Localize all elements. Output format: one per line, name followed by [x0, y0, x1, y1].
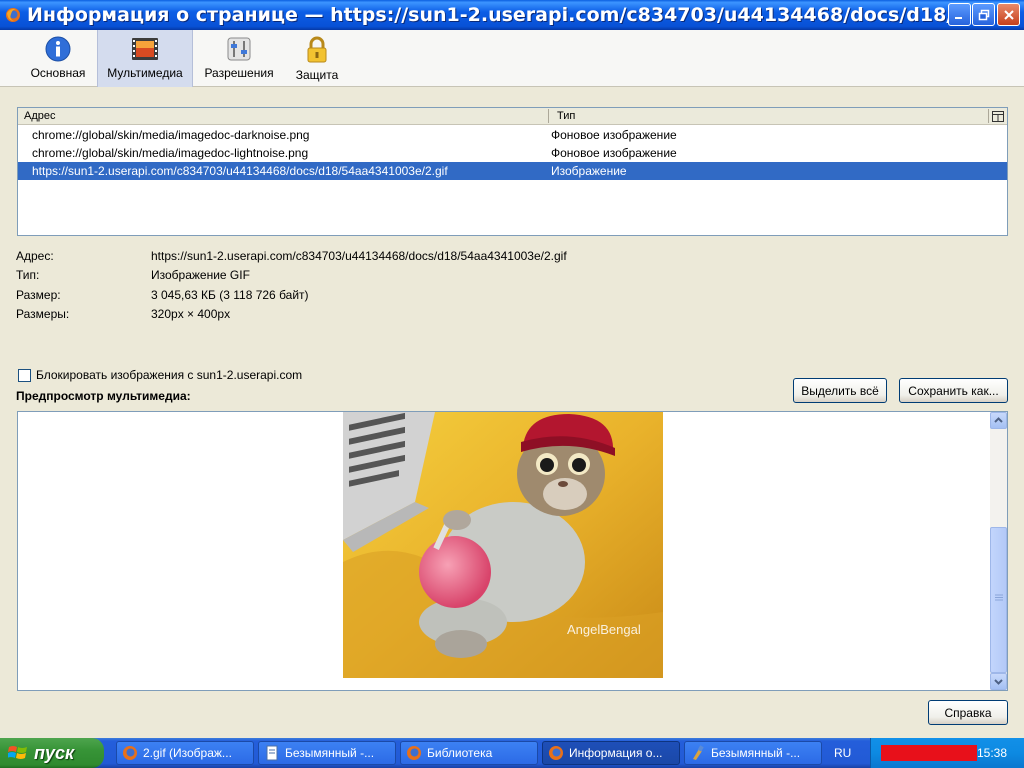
title-bar: Информация о странице — https://sun1-2.u…: [0, 0, 1024, 30]
list-item-address: chrome://global/skin/media/imagedoc-dark…: [32, 128, 310, 142]
tab-general-label: Основная: [30, 66, 86, 80]
list-item-selected[interactable]: https://sun1-2.userapi.com/c834703/u4413…: [18, 162, 1007, 180]
dimensions-label: Размеры:: [16, 307, 70, 321]
preview-scrollbar[interactable]: [990, 412, 1007, 690]
taskbar: пуск 2.gif (Изображ... Безымянный -... Б…: [0, 738, 1024, 768]
firefox-icon: [6, 8, 20, 22]
address-value: https://sun1-2.userapi.com/c834703/u4413…: [151, 249, 567, 263]
taskbar-item-label: Безымянный -...: [711, 746, 801, 760]
list-item[interactable]: chrome://global/skin/media/imagedoc-dark…: [18, 126, 1007, 144]
taskbar-item-label: Информация о...: [569, 746, 663, 760]
preview-label: Предпросмотр мультимедиа:: [16, 389, 191, 403]
save-as-button[interactable]: Сохранить как...: [899, 378, 1008, 403]
taskbar-item-untitled-paint[interactable]: Безымянный -...: [684, 741, 822, 765]
start-label: пуск: [34, 742, 75, 763]
media-preview: AngelBengal: [17, 411, 1008, 691]
tab-general[interactable]: Основная: [22, 30, 94, 87]
taskbar-item-gif[interactable]: 2.gif (Изображ...: [116, 741, 254, 765]
restore-button[interactable]: [972, 3, 995, 26]
firefox-icon: [123, 746, 137, 760]
media-list-header: Адрес Тип: [18, 108, 1007, 125]
help-button[interactable]: Справка: [928, 700, 1008, 725]
list-item-type: Фоновое изображение: [551, 128, 677, 142]
taskbar-item-library[interactable]: Библиотека: [400, 741, 538, 765]
start-button[interactable]: пуск: [0, 738, 104, 768]
chevron-up-icon: [994, 417, 1003, 423]
size-label: Размер:: [16, 288, 61, 302]
paint-icon: [693, 745, 704, 760]
firefox-icon: [407, 746, 421, 760]
permissions-icon: [227, 37, 251, 61]
tab-security[interactable]: Защита: [286, 30, 348, 87]
address-label: Адрес:: [16, 249, 54, 263]
window-title: Информация о странице — https://sun1-2.u…: [27, 4, 962, 26]
list-item-type: Фоновое изображение: [551, 146, 677, 160]
taskbar-item-label: Библиотека: [427, 746, 493, 760]
taskbar-item-label: Безымянный -...: [285, 746, 375, 760]
taskbar-item-label: 2.gif (Изображ...: [143, 746, 232, 760]
cat-gif-image: AngelBengal: [343, 412, 663, 678]
block-images-label[interactable]: Блокировать изображения с sun1-2.userapi…: [36, 368, 302, 382]
grip-icon: [995, 594, 1003, 601]
select-all-button[interactable]: Выделить всё: [793, 378, 887, 403]
minimize-button[interactable]: [948, 3, 971, 26]
column-picker-icon[interactable]: [992, 111, 1004, 122]
language-indicator[interactable]: RU: [834, 746, 851, 760]
taskbar-item-page-info[interactable]: Информация о...: [542, 741, 680, 765]
clock: 15:38: [977, 746, 1008, 760]
info-icon: [45, 36, 71, 62]
media-icon: [132, 38, 158, 60]
list-item[interactable]: chrome://global/skin/media/imagedoc-ligh…: [18, 144, 1007, 162]
document-icon: [266, 745, 278, 761]
column-type[interactable]: Тип: [557, 110, 575, 122]
column-separator[interactable]: [548, 109, 549, 123]
media-list[interactable]: Адрес Тип chrome://global/skin/media/ima…: [17, 107, 1008, 236]
scroll-up-button[interactable]: [990, 412, 1007, 429]
list-item-type: Изображение: [551, 164, 627, 178]
watermark-text: AngelBengal: [567, 622, 641, 637]
page-info-toolbar: Основная Мультимедиа Разрешения Защита: [0, 30, 1024, 87]
redacted-tray-icons: [881, 745, 977, 761]
tab-permissions-label: Разрешения: [204, 66, 274, 80]
tab-media[interactable]: Мультимедиа: [97, 30, 193, 87]
restore-icon: [978, 9, 989, 20]
type-value: Изображение GIF: [151, 268, 250, 282]
system-tray: 15:38: [870, 738, 1024, 768]
block-images-checkbox[interactable]: [18, 369, 31, 382]
close-icon: [1003, 9, 1014, 20]
tab-permissions[interactable]: Разрешения: [198, 30, 280, 87]
lock-icon: [307, 36, 327, 63]
list-item-address: https://sun1-2.userapi.com/c834703/u4413…: [32, 164, 448, 178]
firefox-icon: [549, 746, 563, 760]
windows-logo-icon: [8, 746, 27, 759]
dimensions-value: 320px × 400px: [151, 307, 231, 321]
list-item-address: chrome://global/skin/media/imagedoc-ligh…: [32, 146, 309, 160]
column-address[interactable]: Адрес: [24, 110, 56, 122]
chevron-down-icon: [994, 679, 1003, 685]
size-value: 3 045,63 КБ (3 118 726 байт): [151, 288, 309, 302]
column-separator[interactable]: [988, 109, 989, 123]
close-button[interactable]: [997, 3, 1020, 26]
taskbar-item-untitled-doc[interactable]: Безымянный -...: [258, 741, 396, 765]
tab-media-label: Мультимедиа: [107, 66, 183, 80]
scroll-down-button[interactable]: [990, 673, 1007, 690]
type-label: Тип:: [16, 268, 40, 282]
tab-security-label: Защита: [295, 68, 339, 82]
scroll-thumb[interactable]: [990, 527, 1007, 673]
minimize-icon: [955, 17, 962, 19]
